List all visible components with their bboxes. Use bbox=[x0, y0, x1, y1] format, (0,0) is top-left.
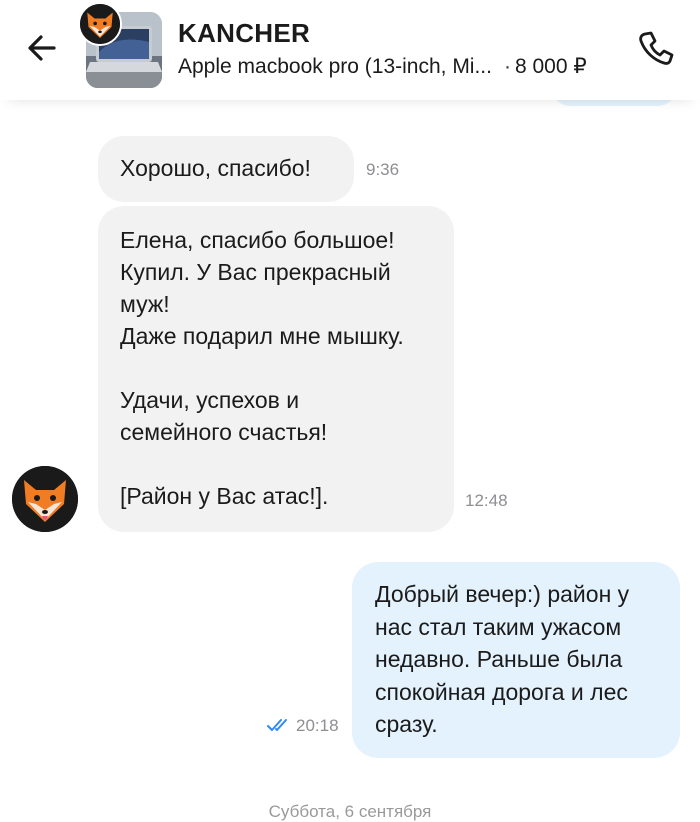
message-time: 20:18 bbox=[296, 716, 339, 735]
phone-icon bbox=[639, 31, 674, 65]
message-time: 9:36 bbox=[366, 160, 400, 179]
listing-summary[interactable]: Apple macbook pro (13-inch, Mi... · 8 000 … bbox=[178, 54, 587, 79]
seller-avatar[interactable] bbox=[78, 2, 122, 46]
date-separator: Суббота, 6 сентября bbox=[268, 802, 432, 821]
sender-avatar[interactable] bbox=[12, 466, 78, 532]
message-text: Елена, спасибо большое! Купил. У Вас пре… bbox=[120, 227, 404, 509]
read-status bbox=[266, 716, 294, 734]
fox-avatar-icon bbox=[80, 4, 120, 44]
double-check-icon bbox=[267, 719, 287, 731]
fox-avatar-icon bbox=[12, 466, 78, 532]
listing-title: Apple macbook pro (13-inch, Mi... bbox=[178, 55, 492, 78]
incoming-message-bubble[interactable]: Хорошо, спасибо! bbox=[98, 136, 354, 202]
seller-name[interactable]: KANCHER bbox=[178, 18, 310, 49]
message-text: Добрый вечер:) район у нас стал таким уж… bbox=[375, 581, 630, 737]
back-button[interactable] bbox=[24, 30, 60, 66]
chat-header: KANCHER Apple macbook pro (13-inch, Mi..… bbox=[0, 0, 700, 100]
arrow-left-icon bbox=[28, 35, 56, 61]
incoming-message-bubble[interactable]: Елена, спасибо большое! Купил. У Вас пре… bbox=[98, 206, 454, 532]
outgoing-message-bubble[interactable]: Добрый вечер:) район у нас стал таким уж… bbox=[352, 562, 680, 758]
call-button[interactable] bbox=[636, 28, 676, 68]
listing-price: 8 000 ₽ bbox=[514, 55, 587, 78]
price-separator: · bbox=[503, 55, 511, 78]
message-text: Хорошо, спасибо! bbox=[120, 155, 311, 181]
message-time: 12:48 bbox=[465, 491, 508, 510]
